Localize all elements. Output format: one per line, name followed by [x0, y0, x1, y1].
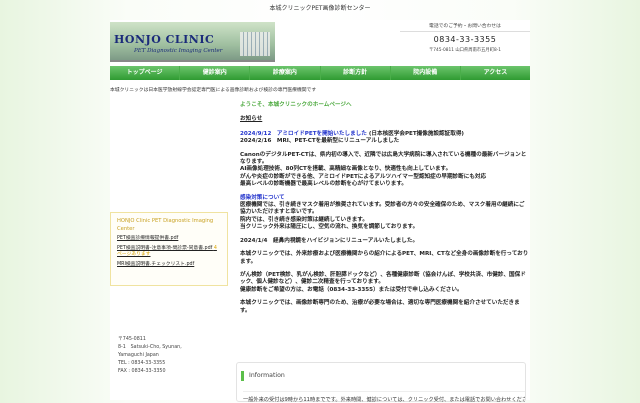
sidebar-address: 〒745-0811 8-1 Satsuki-Cho, Syunan, Yamag… — [118, 336, 182, 376]
p2-line: 当クリニック外来は陽圧にし、空気の流れ、換気を調節しております。 — [240, 224, 419, 231]
p2-line: 院内では、引き続き感染対策は継続していきます。 — [240, 216, 368, 223]
p5-line: 健康診断をご希望の方は、お電話（0834-33-3355）または受付で申し込みく… — [240, 286, 463, 293]
infection-paragraph: 感染対策について 医療機関では、引き続きマスク着用が推奨されています。受診者の方… — [240, 195, 530, 232]
nav-facilities[interactable]: 院内設備 — [391, 66, 461, 80]
infection-heading: 感染対策について — [240, 194, 285, 201]
building-image — [240, 32, 270, 56]
nav-top[interactable]: トップページ — [110, 66, 181, 80]
sidebar-title: HONJO Clinic PET Diagnostic Imaging Cent… — [117, 218, 214, 232]
address-line2: Yamaguchi Japan — [118, 353, 159, 358]
services-paragraph: 本城クリニックでは、外来診療および医療機関からの紹介によるPET、MRI、CTな… — [240, 251, 529, 265]
header-banner[interactable]: HONJO CLINIC PET Diagnostic Imaging Cent… — [110, 22, 275, 62]
nav-policy[interactable]: 診断方針 — [321, 66, 391, 80]
contact-phone[interactable]: 0834-33-3355 — [400, 35, 530, 44]
tagline: 本城クリニックは日本医学放射線学会認定専門医による画像診断および検診の専門医療機… — [110, 88, 317, 93]
logo-subtitle: PET Diagnostic Imaging Center — [134, 48, 223, 54]
p1-line: がんや炎症の診断ができる他、アミロイドPETによるアルツハイマー型認知症の早期診… — [240, 173, 487, 180]
nav-access[interactable]: アクセス — [461, 66, 530, 80]
pet-ct-paragraph: CanonのデジタルPET-CTは、県内初の導入で、近隣では広島大学病院に導入さ… — [240, 152, 530, 189]
pdf-link-mri[interactable]: MRI検査説明書.チェックリスト.pdf — [117, 262, 221, 269]
nav-medical[interactable]: 診療案内 — [250, 66, 321, 80]
address-tel: TEL : 0834-33-3355 — [118, 361, 166, 366]
p1-line: AI画像処理技術、80列CTを搭載、高精細な画像となり、快適性も向上しています。 — [240, 166, 452, 173]
pdf-link-pet-guide[interactable]: PET検査説明書-注意事項-問診票-同意書.pdf 4ページあります — [117, 246, 221, 259]
nav-checkup[interactable]: 健診案内 — [180, 66, 251, 80]
clinic-logo: HONJO CLINIC — [114, 33, 215, 46]
main-content: ようこそ、本城クリニックのホームページへ お知らせ 2024/9/12 アミロイ… — [240, 102, 530, 315]
site-title: 本城クリニックPET画像診断センター — [269, 5, 371, 12]
news-note: (日本核医学会PET撮像施設認証取得) — [368, 130, 464, 137]
sidebar-downloads: HONJO Clinic PET Diagnostic Imaging Cent… — [110, 212, 228, 286]
address-fax: FAX : 0834-33-3350 — [118, 369, 166, 374]
information-text: 一般外来の受付は9時から11時までです。外来時間、健診については、クリニック受付… — [243, 391, 525, 403]
endoscope-news: 2024/1/4 経鼻内視鏡をハイビジョンにリニューアルいたしました。 — [240, 237, 419, 244]
pdf-link-pet-guide-label[interactable]: PET検査説明書-注意事項-問診票-同意書.pdf — [117, 246, 212, 251]
p5-line: がん検診（PET検診、乳がん検診、肝胆膵ドックなど）、各種健康診断（協会けんぽ、… — [240, 271, 526, 286]
p1-line: 最高レベルの診断機器で最高レベルの診断を心がけてまいります。 — [240, 181, 407, 188]
news-item-2: 2024/2/16 MRI、PET-CTを最新型にリニューアルしました — [240, 138, 400, 145]
address-line1: 8-1 Satsuki-Cho, Syunan, — [118, 345, 182, 350]
news-heading: お知らせ — [240, 116, 263, 123]
p1-line: CanonのデジタルPET-CTは、県内初の導入で、近隣では広島大学病院に導入さ… — [240, 151, 527, 166]
information-box: Information 一般外来の受付は9時から11時までです。外来時間、健診に… — [236, 362, 526, 403]
pdf-link-referral[interactable]: PET検査診療情報提供書.pdf — [117, 236, 221, 243]
welcome-heading: ようこそ、本城クリニックのホームページへ — [240, 102, 352, 108]
contact-box: 電話でのご予約・お問い合わせは 0834-33-3355 〒745-0811 山… — [400, 22, 530, 53]
page-container: HONJO CLINIC PET Diagnostic Imaging Cent… — [110, 20, 530, 400]
address-postal: 〒745-0811 — [118, 337, 146, 342]
p2-line: 医療機関では、引き続きマスク着用が推奨されています。受診者の方々の安全確保のため… — [240, 202, 525, 216]
checkup-paragraph: がん検診（PET検診、乳がん検診、肝胆膵ドックなど）、各種健康診断（協会けんぽ、… — [240, 272, 530, 294]
contact-address: 〒745-0811 山口県周南市五月町8-1 — [428, 48, 502, 53]
referral-paragraph: 本城クリニックでは、画像診断専門のため、治療が必要な場合は、適切な専門医療機関を… — [240, 300, 520, 314]
information-heading: Information — [241, 371, 525, 381]
contact-label: 電話でのご予約・お問い合わせは — [400, 22, 530, 32]
main-nav: トップページ 健診案内 診療案内 診断方針 院内設備 アクセス — [110, 66, 530, 80]
news-link-amyloid[interactable]: 2024/9/12 アミロイドPETを開始いたしました — [240, 131, 367, 137]
